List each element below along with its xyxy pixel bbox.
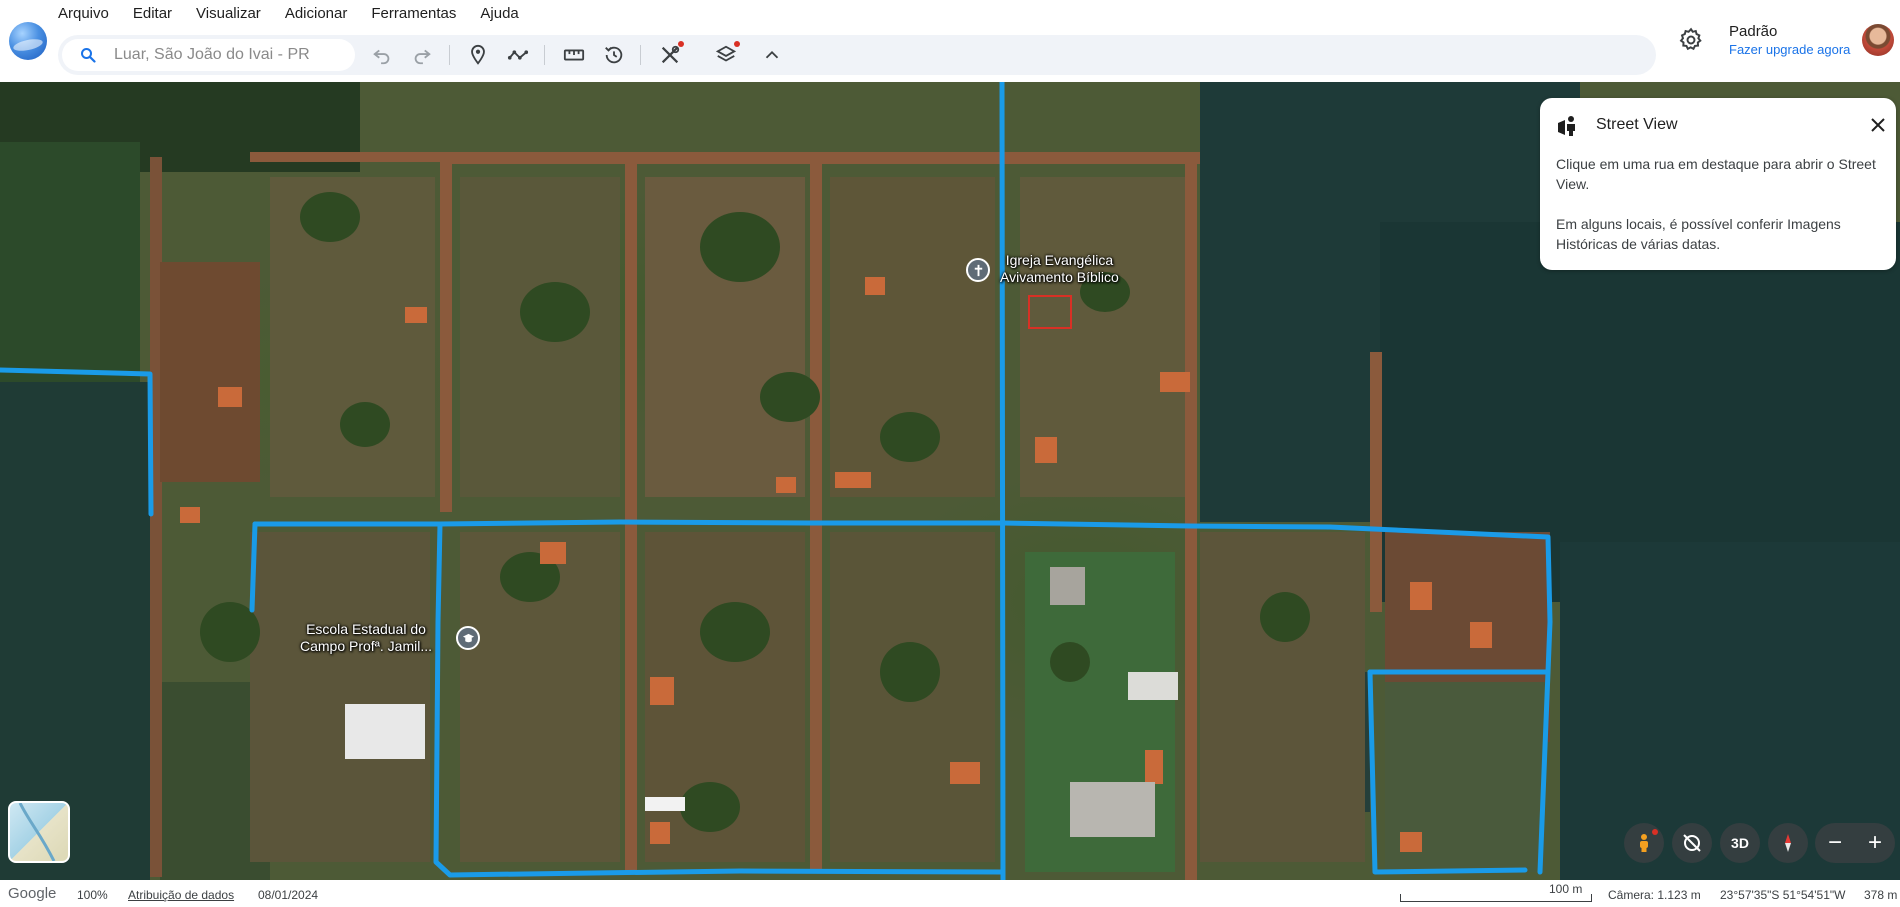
add-placemark-button[interactable] — [464, 41, 492, 69]
toggle-3d-button[interactable]: 3D — [1720, 823, 1760, 863]
historical-imagery-button[interactable] — [600, 41, 628, 69]
avatar[interactable] — [1862, 24, 1894, 56]
measure-button[interactable] — [560, 41, 588, 69]
search-input[interactable] — [114, 44, 344, 66]
undo-icon — [373, 49, 390, 65]
undo-button[interactable] — [368, 41, 396, 69]
gear-icon[interactable] — [1678, 27, 1704, 53]
redo-icon — [414, 49, 431, 65]
google-logo: Google — [8, 885, 57, 902]
notification-dot — [1652, 829, 1658, 835]
elevation: 378 m — [1864, 888, 1898, 902]
graduation-cap-icon — [462, 633, 474, 642]
overview-map[interactable] — [8, 801, 70, 863]
top-bar: Arquivo Editar Visualizar Adicionar Ferr… — [0, 0, 1900, 82]
data-attribution-link[interactable]: Atribuição de dados — [128, 888, 234, 902]
coordinates: 23°57'35"S 51°54'51"W — [1720, 888, 1846, 902]
scale-label: 100 m — [1549, 882, 1583, 896]
close-icon[interactable] — [1868, 115, 1888, 135]
street-view-panel: Street View Clique em uma rua em destaqu… — [1540, 98, 1896, 270]
camera-altitude: Câmera: 1.123 m — [1608, 888, 1701, 902]
toolbar-divider — [544, 45, 545, 65]
imagery-date: 08/01/2024 — [258, 888, 319, 902]
menu-adicionar[interactable]: Adicionar — [285, 5, 362, 23]
cross-icon — [974, 264, 982, 276]
profile-name: Padrão — [1729, 23, 1778, 40]
no-rotation-icon — [1683, 834, 1701, 852]
path-icon — [507, 50, 529, 60]
reset-tilt-button[interactable] — [1672, 823, 1712, 863]
street-view-instruction: Clique em uma rua em destaque para abrir… — [1556, 156, 1876, 192]
history-icon — [605, 46, 623, 64]
ruler-icon — [563, 49, 585, 61]
google-earth-logo-icon[interactable] — [9, 22, 47, 60]
school-label-line2: Campo Profª. Jamil... — [300, 638, 432, 654]
layers-button[interactable] — [712, 41, 740, 69]
street-view-history-note: Em alguns locais, é possível conferir Im… — [1556, 216, 1841, 252]
school-label-line1: Escola Estadual do — [306, 621, 426, 637]
school-poi-icon[interactable] — [456, 626, 480, 650]
search-icon — [81, 48, 96, 63]
search-box[interactable] — [62, 39, 355, 71]
minimap-coastline — [18, 803, 56, 861]
tools-icon — [661, 45, 680, 64]
toolbar-divider — [449, 45, 450, 65]
menu-ferramentas[interactable]: Ferramentas — [371, 5, 470, 23]
placemark-icon — [471, 44, 485, 65]
menu-ajuda[interactable]: Ajuda — [480, 5, 532, 23]
notification-dot — [734, 41, 740, 47]
school-label[interactable]: Escola Estadual do Campo Profª. Jamil... — [300, 621, 432, 655]
street-view-icon — [1558, 116, 1575, 136]
zoom-out-button[interactable]: − — [1815, 823, 1855, 863]
church-label-line1: Igreja Evangélica — [1005, 252, 1114, 268]
zoom-level: 100% — [77, 888, 108, 902]
church-poi-icon[interactable] — [966, 258, 990, 282]
status-bar: Google 100% Atribuição de dados 08/01/20… — [0, 880, 1900, 907]
layers-icon — [715, 45, 737, 62]
tools-button[interactable] — [656, 41, 684, 69]
compass-button[interactable] — [1768, 823, 1808, 863]
compass-icon — [1785, 834, 1791, 852]
pegman-icon — [1640, 834, 1648, 852]
pegman-button[interactable] — [1624, 823, 1664, 863]
toolbar-divider — [640, 45, 641, 65]
add-path-button[interactable] — [504, 41, 532, 69]
notification-dot — [678, 41, 684, 47]
street-view-title: Street View — [1596, 116, 1678, 133]
church-label[interactable]: Igreja Evangélica Avivamento Bíblico — [1000, 252, 1119, 286]
upgrade-link[interactable]: Fazer upgrade agora — [1729, 42, 1850, 57]
selection-marker — [1028, 295, 1072, 329]
toolbar — [58, 35, 1656, 75]
menu-visualizar[interactable]: Visualizar — [196, 5, 275, 23]
redo-button[interactable] — [408, 41, 436, 69]
zoom-in-button[interactable]: + — [1855, 823, 1895, 863]
zoom-control: − + — [1815, 823, 1895, 863]
menu-editar[interactable]: Editar — [133, 5, 186, 23]
collapse-toolbar-button[interactable] — [758, 41, 786, 69]
menu-bar: Arquivo Editar Visualizar Adicionar Ferr… — [58, 5, 543, 23]
church-label-line2: Avivamento Bíblico — [1000, 269, 1119, 285]
menu-arquivo[interactable]: Arquivo — [58, 5, 123, 23]
chevron-up-icon — [765, 50, 779, 59]
